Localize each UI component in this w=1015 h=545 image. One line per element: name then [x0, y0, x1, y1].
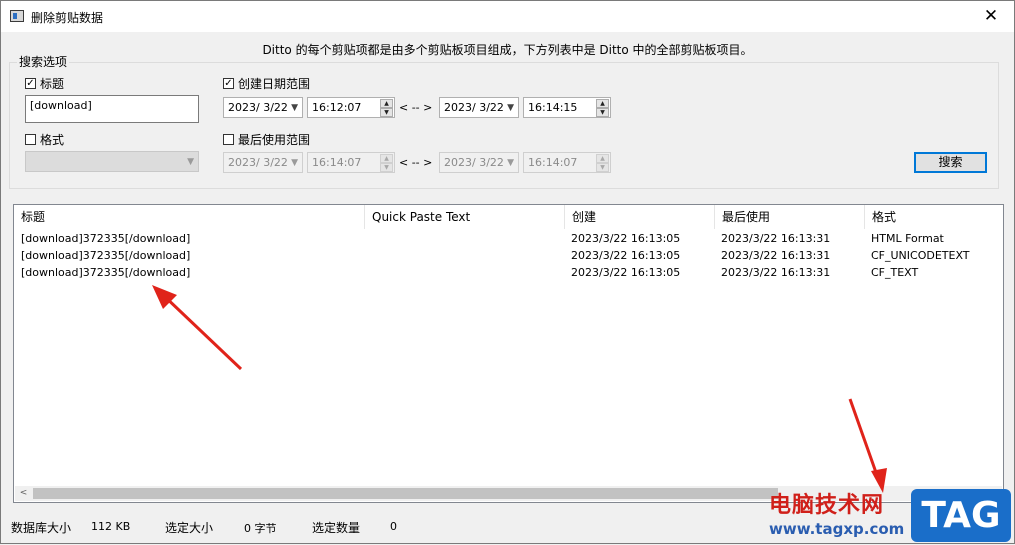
selected-count-value: 0 [390, 520, 397, 533]
selected-size-label: 选定大小 [165, 521, 214, 535]
format-checkbox-label: 格式 [40, 133, 65, 147]
created-to-date-value: 2023/ 3/22 [444, 101, 504, 114]
created-from-time-value: 16:12:07 [312, 101, 362, 114]
spin-down-icon[interactable]: ▼ [380, 108, 393, 117]
spin-up-icon[interactable]: ▲ [380, 154, 393, 163]
cell-format: CF_UNICODETEXT [871, 249, 970, 262]
title-checkbox-box[interactable]: ✓ [25, 78, 36, 89]
title-input[interactable]: [download] [25, 95, 199, 123]
spin-buttons[interactable]: ▲ ▼ [596, 99, 609, 117]
cell-last-used: 2023/3/22 16:13:31 [721, 266, 831, 279]
lastused-range-label: 最后使用范围 [238, 133, 311, 147]
lastused-from-time-value: 16:14:07 [312, 156, 362, 169]
spin-down-icon[interactable]: ▼ [596, 108, 609, 117]
watermark-url: www.tagxp.com [769, 520, 905, 538]
spin-buttons[interactable]: ▲ ▼ [380, 154, 393, 172]
table-row[interactable]: [download]372335[/download] 2023/3/22 16… [14, 266, 1003, 283]
cell-last-used: 2023/3/22 16:13:31 [721, 249, 831, 262]
created-from-time[interactable]: 16:12:07 ▲ ▼ [307, 97, 395, 118]
created-range-separator: < -- > [399, 101, 433, 114]
spin-down-icon[interactable]: ▼ [380, 163, 393, 172]
table-row[interactable]: [download]372335[/download] 2023/3/22 16… [14, 232, 1003, 249]
spin-up-icon[interactable]: ▲ [596, 99, 609, 108]
chevron-down-icon: ▼ [291, 157, 298, 168]
lastused-to-time-value: 16:14:07 [528, 156, 578, 169]
created-range-checkbox[interactable]: ✓ 创建日期范围 [223, 75, 310, 92]
close-button[interactable]: ✕ [968, 1, 1014, 32]
lastused-from-date[interactable]: 2023/ 3/22 ▼ [223, 152, 303, 173]
created-range-label: 创建日期范围 [238, 77, 311, 91]
created-range-checkbox-box[interactable]: ✓ [223, 78, 234, 89]
cell-title: [download]372335[/download] [21, 249, 191, 262]
title-checkbox-label: 标题 [40, 77, 65, 91]
format-checkbox[interactable]: 格式 [25, 131, 64, 148]
lastused-range-checkbox-box[interactable] [223, 134, 234, 145]
selected-count-label: 选定数量 [312, 521, 361, 535]
cell-format: CF_TEXT [871, 266, 919, 279]
created-to-date[interactable]: 2023/ 3/22 ▼ [439, 97, 519, 118]
cell-format: HTML Format [871, 232, 944, 245]
chevron-down-icon: ▼ [507, 102, 514, 113]
search-options-label: 搜索选项 [17, 53, 70, 70]
column-header-created[interactable]: 创建 [565, 205, 715, 229]
window-title: 删除剪贴数据 [31, 11, 104, 25]
watermark: 电脑技术网 www.tagxp.com TAG [766, 487, 1014, 543]
format-checkbox-box[interactable] [25, 134, 36, 145]
selected-size-value: 0 字节 [244, 522, 277, 535]
dialog-window: 删除剪贴数据 ✕ Ditto 的每个剪贴项都是由多个剪贴板项目组成，下方列表中是… [0, 0, 1015, 544]
chevron-down-icon: ▼ [507, 157, 514, 168]
lastused-to-time[interactable]: 16:14:07 ▲ ▼ [523, 152, 611, 173]
cell-title: [download]372335[/download] [21, 266, 191, 279]
lastused-from-time[interactable]: 16:14:07 ▲ ▼ [307, 152, 395, 173]
lastused-from-date-value: 2023/ 3/22 [228, 156, 288, 169]
created-from-date-value: 2023/ 3/22 [228, 101, 288, 114]
title-bar: 删除剪贴数据 ✕ [1, 1, 1014, 32]
lastused-range-separator: < -- > [399, 156, 433, 169]
cell-created: 2023/3/22 16:13:05 [571, 232, 681, 245]
cell-last-used: 2023/3/22 16:13:31 [721, 232, 831, 245]
column-header-last-used[interactable]: 最后使用 [715, 205, 865, 229]
lastused-range-checkbox[interactable]: 最后使用范围 [223, 131, 310, 148]
scroll-thumb[interactable] [33, 488, 778, 499]
cell-created: 2023/3/22 16:13:05 [571, 266, 681, 279]
chevron-down-icon: ▼ [187, 156, 194, 167]
cell-title: [download]372335[/download] [21, 232, 191, 245]
watermark-text: 电脑技术网 [769, 493, 885, 518]
db-size-label: 数据库大小 [11, 521, 72, 535]
format-select[interactable]: ▼ [25, 151, 199, 172]
spin-up-icon[interactable]: ▲ [596, 154, 609, 163]
column-header-title[interactable]: 标题 [14, 205, 365, 229]
db-size-value: 112 KB [91, 520, 131, 533]
title-checkbox[interactable]: ✓ 标题 [25, 75, 64, 92]
watermark-logo: TAG [911, 489, 1011, 542]
table-row[interactable]: [download]372335[/download] 2023/3/22 16… [14, 249, 1003, 266]
lastused-to-date[interactable]: 2023/ 3/22 ▼ [439, 152, 519, 173]
spin-down-icon[interactable]: ▼ [596, 163, 609, 172]
chevron-down-icon: ▼ [291, 102, 298, 113]
spin-buttons[interactable]: ▲ ▼ [596, 154, 609, 172]
created-to-time-value: 16:14:15 [528, 101, 578, 114]
search-button[interactable]: 搜索 [914, 152, 987, 173]
spin-up-icon[interactable]: ▲ [380, 99, 393, 108]
cell-created: 2023/3/22 16:13:05 [571, 249, 681, 262]
created-from-date[interactable]: 2023/ 3/22 ▼ [223, 97, 303, 118]
app-icon [10, 10, 24, 22]
column-header-format[interactable]: 格式 [865, 205, 1003, 229]
scroll-left-button[interactable]: < [15, 486, 32, 501]
description-text: Ditto 的每个剪贴项都是由多个剪贴板项目组成，下方列表中是 Ditto 中的… [262, 43, 753, 57]
clip-list[interactable]: 标题 Quick Paste Text 创建 最后使用 格式 [download… [13, 204, 1004, 503]
spin-buttons[interactable]: ▲ ▼ [380, 99, 393, 117]
column-header-quick-paste[interactable]: Quick Paste Text [365, 205, 565, 229]
created-to-time[interactable]: 16:14:15 ▲ ▼ [523, 97, 611, 118]
lastused-to-date-value: 2023/ 3/22 [444, 156, 504, 169]
